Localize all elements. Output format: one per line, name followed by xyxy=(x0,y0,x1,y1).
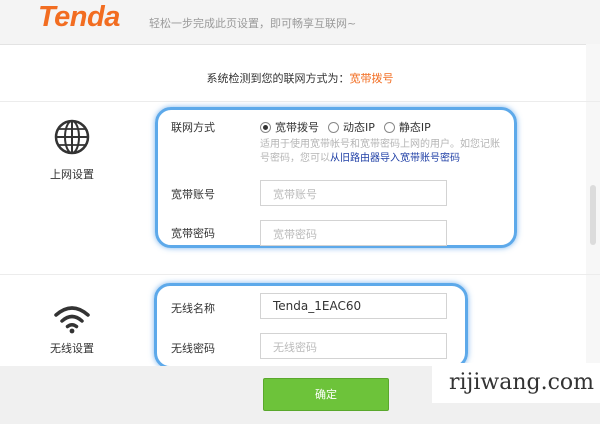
radio-pppoe-label: 宽带拨号 xyxy=(275,121,319,134)
wireless-password-label: 无线密码 xyxy=(171,342,215,355)
detected-value: 宽带拨号 xyxy=(349,72,394,85)
site-watermark: rijiwang.com xyxy=(432,363,600,403)
ssid-label: 无线名称 xyxy=(171,302,215,315)
radio-selected-icon xyxy=(260,121,271,133)
detected-prefix: 系统检测到您的联网方式为： xyxy=(206,72,350,85)
wifi-icon xyxy=(54,306,90,334)
pppoe-hint: 适用于使用宽带帐号和宽带密码上网的用户。如您记账号密码，您可以从旧路由器导入宽带… xyxy=(260,138,505,166)
ssid-input[interactable]: Tenda_1EAC60 xyxy=(260,293,447,319)
section-divider xyxy=(0,101,600,102)
radio-icon xyxy=(328,121,339,133)
account-input[interactable]: 宽带账号 xyxy=(260,180,447,206)
password-label: 宽带密码 xyxy=(171,227,215,240)
radio-static-label: 静态IP xyxy=(398,121,431,134)
header-tagline: 轻松一步完成此页设置，即可畅享互联网~ xyxy=(149,17,357,30)
tenda-logo: Tenda xyxy=(38,1,120,33)
section-divider xyxy=(0,274,600,275)
radio-dhcp-label: 动态IP xyxy=(343,121,375,134)
top-header: Tenda 轻松一步完成此页设置，即可畅享互联网~ xyxy=(0,0,600,45)
radio-icon xyxy=(383,121,395,133)
radio-static[interactable]: 静态IP xyxy=(383,119,431,135)
internet-section-label: 上网设置 xyxy=(50,168,94,181)
scrollbar-thumb[interactable] xyxy=(590,185,596,245)
detected-connection: 系统检测到您的联网方式为：宽带拨号 xyxy=(0,70,600,86)
connection-mode-label: 联网方式 xyxy=(171,121,215,134)
globe-icon xyxy=(54,119,90,155)
wireless-section-label: 无线设置 xyxy=(50,342,94,355)
account-label: 宽带账号 xyxy=(171,188,215,201)
radio-pppoe[interactable]: 宽带拨号 xyxy=(260,119,319,135)
confirm-button[interactable]: 确定 xyxy=(263,378,389,411)
connection-mode-group: 宽带拨号 动态IP 静态IP xyxy=(260,119,440,135)
password-input[interactable]: 宽带密码 xyxy=(260,220,447,246)
radio-dhcp[interactable]: 动态IP xyxy=(328,119,375,135)
wireless-password-input[interactable]: 无线密码 xyxy=(260,333,447,359)
import-account-link[interactable]: 从旧路由器导入宽带账号密码 xyxy=(330,153,460,164)
